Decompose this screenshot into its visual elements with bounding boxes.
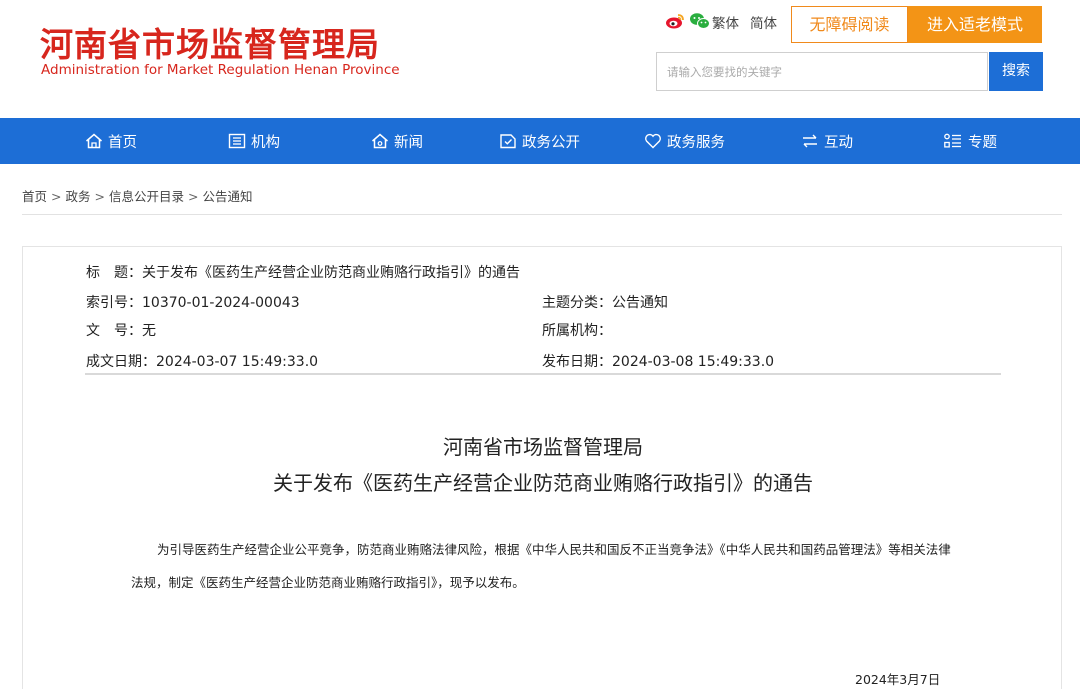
organization-icon xyxy=(228,133,246,149)
nav-item-label: 首页 xyxy=(108,134,137,151)
meta-category-label: 主题分类： xyxy=(542,295,612,311)
nav-item-home[interactable]: 首页 xyxy=(85,118,137,164)
document-heading-title: 关于发布《医药生产经营企业防范商业贿赂行政指引》的通告 xyxy=(273,471,813,495)
nav-item-news[interactable]: 新闻 xyxy=(371,118,423,164)
meta-published-date: 发布日期：2024-03-08 15:49:33.0 xyxy=(542,351,774,371)
meta-category: 主题分类：公告通知 xyxy=(542,292,668,312)
search-input[interactable] xyxy=(656,52,988,91)
nav-item-interaction[interactable]: 互动 xyxy=(801,118,853,164)
elder-mode-button[interactable]: 进入适老模式 xyxy=(908,6,1042,43)
meta-organization: 所属机构： xyxy=(542,320,612,340)
topics-icon xyxy=(943,133,963,149)
meta-index-label: 索引号： xyxy=(86,295,142,311)
breadcrumb-separator: > xyxy=(94,189,105,204)
news-icon xyxy=(371,133,389,149)
simplified-chinese-link[interactable]: 简体 xyxy=(750,12,777,32)
weibo-icon[interactable] xyxy=(665,12,685,30)
meta-created-date-label: 成文日期： xyxy=(86,354,156,370)
main-nav: 首页 机构 新闻 政务公开 政务服务 互动 专题 xyxy=(0,118,1080,164)
meta-doc-number-value: 无 xyxy=(142,323,156,339)
breadcrumb-item-home[interactable]: 首页 xyxy=(22,189,47,204)
open-government-icon xyxy=(499,133,517,149)
document-sign-date: 2024年3月7日 xyxy=(855,672,941,687)
meta-index: 索引号：10370-01-2024-00043 xyxy=(86,292,300,312)
nav-item-government-services[interactable]: 政务服务 xyxy=(644,118,725,164)
traditional-chinese-link[interactable]: 繁体 xyxy=(712,12,739,32)
social-links xyxy=(665,12,711,30)
meta-title-value: 关于发布《医药生产经营企业防范商业贿赂行政指引》的通告 xyxy=(142,265,520,281)
document-body: 为引导医药生产经营企业公平竞争，防范商业贿赂法律风险，根据《中华人民共和国反不正… xyxy=(131,533,961,599)
document-heading-issuer: 河南省市场监督管理局 xyxy=(443,435,643,459)
nav-item-organization[interactable]: 机构 xyxy=(228,118,280,164)
breadcrumb-separator: > xyxy=(51,189,62,204)
breadcrumb-divider xyxy=(22,214,1062,215)
nav-item-label: 机构 xyxy=(251,134,280,151)
nav-item-label: 政务服务 xyxy=(667,134,725,151)
site-logo-title[interactable]: 河南省市场监督管理局 xyxy=(40,18,380,66)
nav-item-label: 专题 xyxy=(968,134,997,151)
meta-organization-label: 所属机构： xyxy=(542,323,612,339)
home-icon xyxy=(85,133,103,149)
breadcrumb-item-info-directory[interactable]: 信息公开目录 xyxy=(109,189,184,204)
meta-title: 标 题：关于发布《医药生产经营企业防范商业贿赂行政指引》的通告 xyxy=(86,262,520,282)
meta-published-date-value: 2024-03-08 15:49:33.0 xyxy=(612,354,775,370)
meta-divider xyxy=(85,373,1001,375)
nav-item-label: 新闻 xyxy=(394,134,423,151)
article-panel: 标 题：关于发布《医药生产经营企业防范商业贿赂行政指引》的通告 索引号：1037… xyxy=(22,246,1062,689)
meta-doc-number: 文 号：无 xyxy=(86,320,156,340)
nav-item-open-government[interactable]: 政务公开 xyxy=(499,118,580,164)
meta-created-date-value: 2024-03-07 15:49:33.0 xyxy=(156,354,319,370)
breadcrumb-item-announcements[interactable]: 公告通知 xyxy=(203,189,253,204)
site-header: 河南省市场监督管理局 Administration for Market Reg… xyxy=(0,0,1080,118)
meta-created-date: 成文日期：2024-03-07 15:49:33.0 xyxy=(86,351,318,371)
nav-item-label: 政务公开 xyxy=(522,134,580,151)
breadcrumb-separator: > xyxy=(188,189,199,204)
meta-doc-number-label: 文 号： xyxy=(86,323,142,339)
accessibility-reading-button[interactable]: 无障碍阅读 xyxy=(791,6,908,43)
meta-category-value: 公告通知 xyxy=(612,295,668,311)
site-logo-subtitle: Administration for Market Regulation Hen… xyxy=(41,62,400,78)
wechat-icon[interactable] xyxy=(689,12,711,30)
meta-title-label: 标 题： xyxy=(86,265,142,281)
breadcrumb: 首页 > 政务 > 信息公开目录 > 公告通知 xyxy=(22,186,253,205)
search-button[interactable]: 搜索 xyxy=(989,52,1043,91)
meta-published-date-label: 发布日期： xyxy=(542,354,612,370)
meta-index-value: 10370-01-2024-00043 xyxy=(142,295,300,311)
exchange-icon xyxy=(801,133,819,149)
nav-item-label: 互动 xyxy=(824,134,853,151)
document-body-text: 为引导医药生产经营企业公平竞争，防范商业贿赂法律风险，根据《中华人民共和国反不正… xyxy=(131,542,951,590)
nav-item-topics[interactable]: 专题 xyxy=(943,118,997,164)
breadcrumb-item-government[interactable]: 政务 xyxy=(66,189,91,204)
heart-icon xyxy=(644,133,662,149)
